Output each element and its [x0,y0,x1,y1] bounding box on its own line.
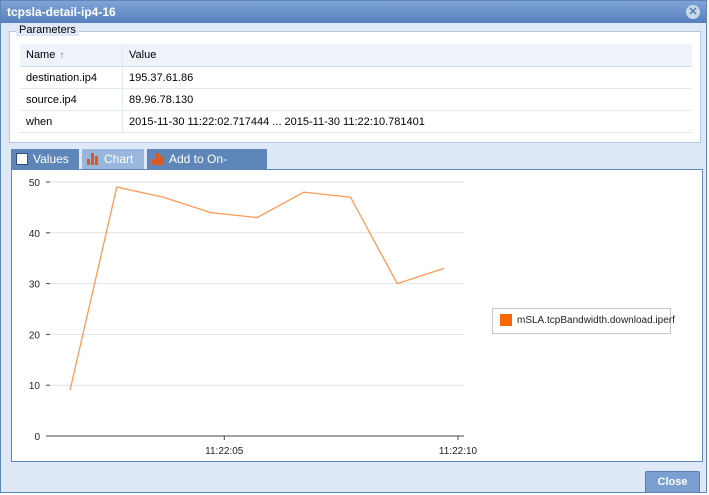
bar-chart-icon [152,153,164,165]
window-title: tcpsla-detail-ip4-16 [7,5,116,19]
param-value: 2015-11-30 11:22:02.717444 ... 2015-11-3… [122,110,692,133]
column-header-name-label: Name [26,49,56,61]
chart-legend[interactable]: mSLA.tcpBandwidth.download.iperf [492,308,675,334]
y-tick-label: 0 [34,432,40,443]
y-tick-label: 10 [29,381,41,392]
legend-swatch [500,314,512,326]
param-name: when [20,110,123,133]
parameters-table: Name ↑ Value destination.ip4 195.37.61.86… [20,44,692,133]
table-row[interactable]: destination.ip4 195.37.61.86 [20,66,692,89]
y-tick-label: 50 [29,178,41,189]
table-row[interactable]: source.ip4 89.96.78.130 [20,88,692,111]
legend-label: mSLA.tcpBandwidth.download.iperf [517,315,675,326]
table-header-row: Name ↑ Value [20,44,692,67]
chart-panel: 0 10 20 30 40 50 11:22:05 11:22:10 mSLA.tcpBand… [11,169,703,462]
tab-chart-label: Chart [104,152,134,166]
x-tick-label: 11:22:05 [205,446,244,457]
close-icon[interactable]: ✕ [686,5,700,19]
tab-chart[interactable]: Chart [82,149,144,169]
param-value: 89.96.78.130 [122,88,692,111]
column-header-value[interactable]: Value [122,44,692,67]
parameters-legend: Parameters [16,24,79,36]
y-tick-label: 40 [29,229,41,240]
column-header-name[interactable]: Name ↑ [20,44,123,67]
table-row[interactable]: when 2015-11-30 11:22:02.717444 ... 2015… [20,110,692,133]
param-name: source.ip4 [20,88,123,111]
close-button[interactable]: Close [645,471,700,493]
tab-values[interactable]: Values [11,149,79,169]
y-tick-label: 20 [29,330,41,341]
parameters-fieldset: Parameters Name ↑ Value destination.ip4 1… [9,24,701,143]
tab-values-label: Values [33,152,69,166]
title-bar[interactable]: tcpsla-detail-ip4-16 ✕ [1,1,706,23]
table-icon [16,153,28,165]
param-value: 195.37.61.86 [122,66,692,89]
detail-window: tcpsla-detail-ip4-16 ✕ Parameters Name ↑ … [0,0,707,493]
sort-ascending-icon: ↑ [59,50,65,61]
tab-add-to-on-demand[interactable]: Add to On-Demand [147,149,267,186]
x-tick-label: 11:22:10 [439,446,478,457]
bar-chart-icon [87,153,99,165]
y-tick-label: 30 [29,280,41,291]
param-name: destination.ip4 [20,66,123,89]
